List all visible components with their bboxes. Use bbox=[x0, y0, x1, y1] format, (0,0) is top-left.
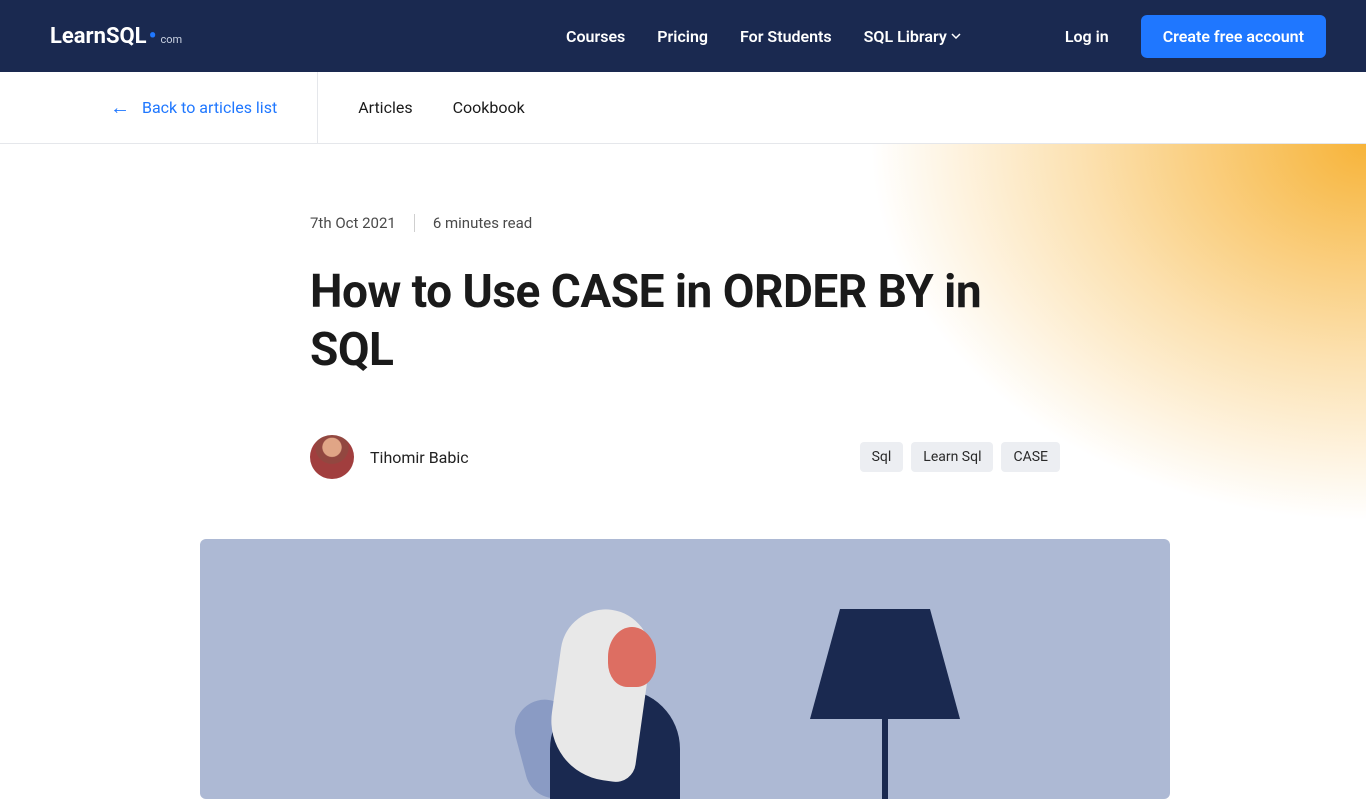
tag-sql[interactable]: Sql bbox=[860, 442, 904, 472]
lamp-illustration bbox=[810, 609, 960, 799]
author-avatar bbox=[310, 435, 354, 479]
create-account-button[interactable]: Create free account bbox=[1141, 15, 1326, 58]
logo-dot-icon: • bbox=[149, 24, 157, 49]
sub-navigation: ← Back to articles list Articles Cookboo… bbox=[0, 72, 1366, 144]
article-read-time: 6 minutes read bbox=[433, 214, 532, 232]
article-date: 7th Oct 2021 bbox=[310, 214, 396, 232]
tags-group: Sql Learn Sql CASE bbox=[860, 442, 1060, 472]
nav-pricing[interactable]: Pricing bbox=[657, 27, 708, 46]
back-to-articles-link[interactable]: ← Back to articles list bbox=[110, 95, 277, 120]
article-container: 7th Oct 2021 6 minutes read How to Use C… bbox=[0, 144, 1060, 799]
chevron-down-icon bbox=[951, 33, 961, 39]
nav-items-group: Courses Pricing For Students SQL Library… bbox=[566, 15, 1326, 58]
author-name: Tihomir Babic bbox=[370, 448, 469, 467]
site-logo[interactable]: LearnSQL • com bbox=[50, 24, 182, 49]
nav-sql-library[interactable]: SQL Library bbox=[864, 27, 961, 46]
back-label: Back to articles list bbox=[142, 98, 277, 117]
tag-case[interactable]: CASE bbox=[1001, 442, 1060, 472]
nav-courses[interactable]: Courses bbox=[566, 27, 625, 46]
arrow-left-icon: ← bbox=[110, 95, 130, 120]
logo-suffix: com bbox=[160, 33, 182, 46]
top-navigation: LearnSQL • com Courses Pricing For Stude… bbox=[0, 0, 1366, 72]
article-meta: 7th Oct 2021 6 minutes read bbox=[310, 214, 1060, 232]
nav-login[interactable]: Log in bbox=[1065, 27, 1109, 46]
article-title: How to Use CASE in ORDER BY in SQL bbox=[310, 264, 1010, 379]
divider bbox=[317, 72, 318, 143]
subnav-articles[interactable]: Articles bbox=[358, 98, 412, 117]
byline-row: Tihomir Babic Sql Learn Sql CASE bbox=[310, 435, 1060, 479]
nav-for-students[interactable]: For Students bbox=[740, 27, 832, 46]
author-block[interactable]: Tihomir Babic bbox=[310, 435, 469, 479]
hero-illustration bbox=[200, 539, 1170, 799]
subnav-cookbook[interactable]: Cookbook bbox=[453, 98, 525, 117]
tag-learn-sql[interactable]: Learn Sql bbox=[911, 442, 993, 472]
logo-text: LearnSQL bbox=[50, 24, 147, 49]
person-illustration bbox=[500, 599, 700, 799]
meta-divider bbox=[414, 214, 415, 232]
